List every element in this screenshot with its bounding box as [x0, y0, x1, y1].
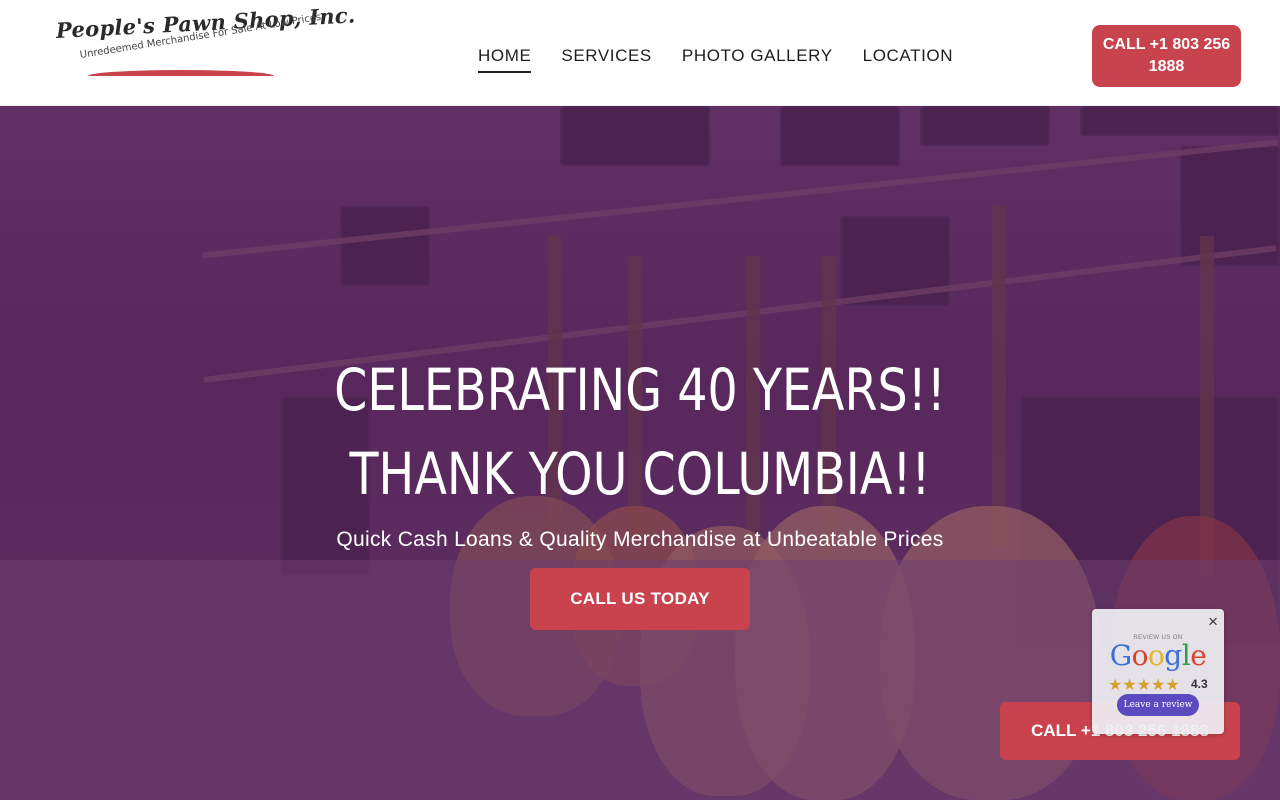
- call-us-today-button[interactable]: CALL US TODAY: [530, 568, 750, 630]
- nav-item-location[interactable]: LOCATION: [863, 46, 953, 72]
- logo-swoosh: [88, 70, 274, 76]
- site-logo[interactable]: People's Pawn Shop, Inc. Unredeemed Merc…: [55, 2, 356, 80]
- nav-item-services[interactable]: SERVICES: [561, 46, 651, 72]
- header-call-button[interactable]: CALL +1 803 256 1888: [1092, 25, 1241, 87]
- main-nav: HOME SERVICES PHOTO GALLERY LOCATION: [478, 46, 953, 73]
- hero-subtitle: Quick Cash Loans & Quality Merchandise a…: [336, 528, 944, 551]
- nav-item-home[interactable]: HOME: [478, 46, 532, 73]
- google-logo: Google: [1109, 639, 1207, 672]
- leave-review-button[interactable]: Leave a review: [1117, 694, 1199, 716]
- nav-item-photo-gallery[interactable]: PHOTO GALLERY: [682, 46, 833, 72]
- hero-title-line-1: CELEBRATING 40 YEARS!!: [334, 356, 946, 424]
- close-icon[interactable]: ×: [1208, 612, 1218, 632]
- hero-title-line-2: THANK YOU COLUMBIA!!: [349, 440, 931, 508]
- hero-section: CELEBRATING 40 YEARS!! THANK YOU COLUMBI…: [0, 106, 1280, 800]
- site-header: People's Pawn Shop, Inc. Unredeemed Merc…: [0, 0, 1280, 106]
- rating-value: 4.3: [1191, 677, 1208, 691]
- rating-stars: ★★★★★: [1108, 677, 1180, 694]
- google-review-widget: × REVIEW US ON Google ★★★★★ 4.3 Leave a …: [1092, 609, 1224, 734]
